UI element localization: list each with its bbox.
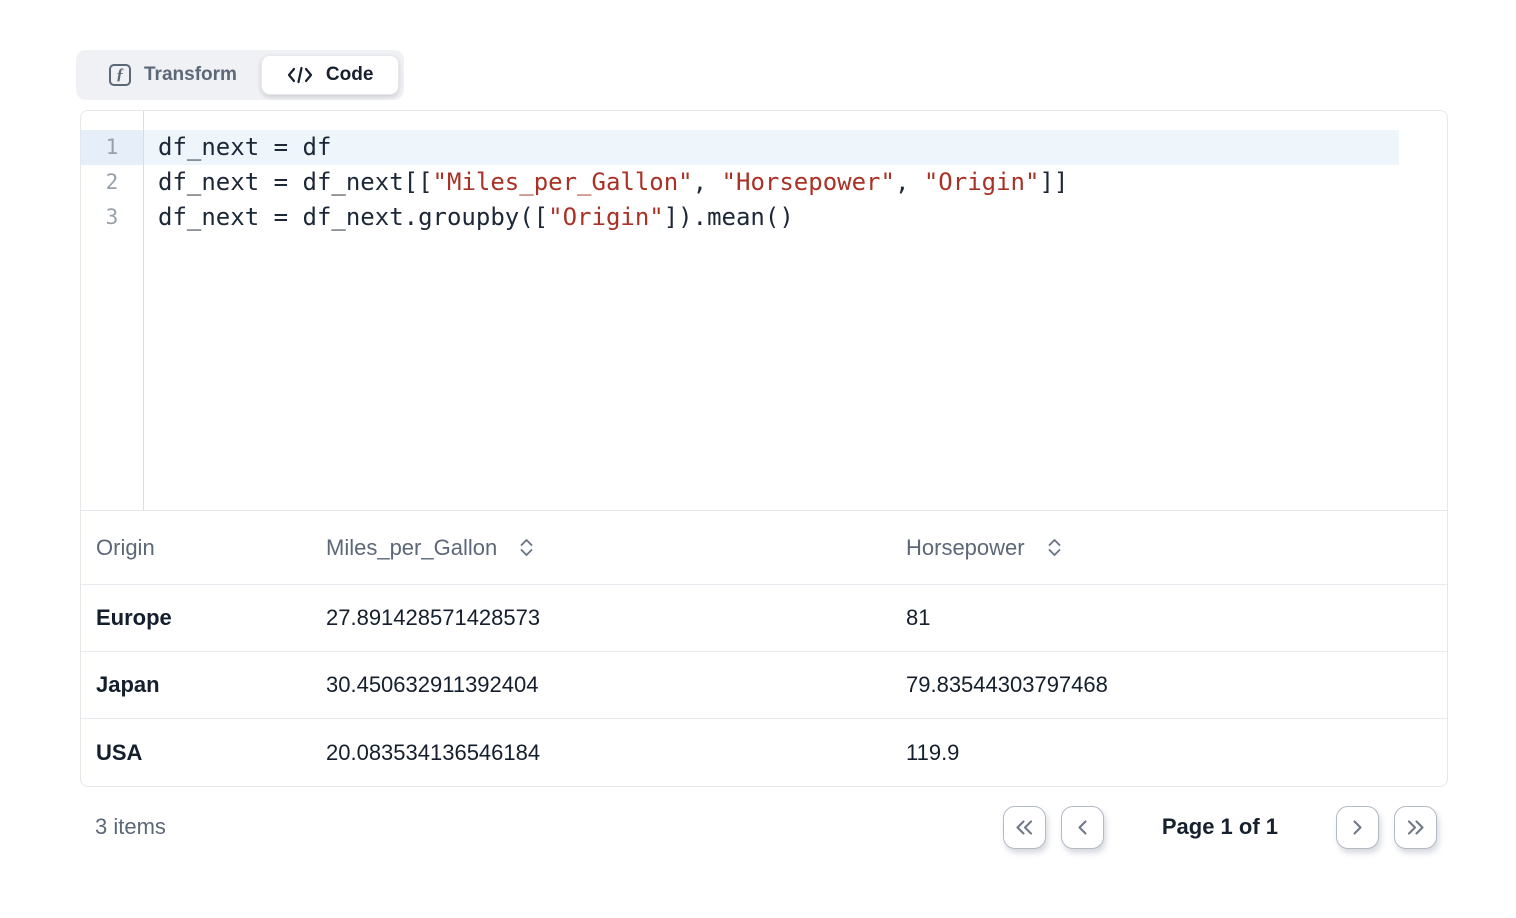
- table-row: Europe 27.891428571428573 81: [81, 585, 1447, 652]
- double-chevron-right-icon: [1405, 819, 1426, 836]
- pagination-controls: Page 1 of 1: [1003, 806, 1437, 849]
- table-header-row: Origin Miles_per_Gallon Horsepower: [81, 511, 1447, 585]
- first-page-button[interactable]: [1003, 806, 1046, 849]
- chevron-right-icon: [1347, 819, 1368, 836]
- column-header-miles-per-gallon[interactable]: Miles_per_Gallon: [326, 535, 906, 561]
- code-editor[interactable]: 1 2 3 df_next = df df_next = df_next[["M…: [81, 111, 1447, 511]
- line-number: 1: [81, 130, 143, 165]
- table-row: Japan 30.450632911392404 79.835443037974…: [81, 652, 1447, 719]
- tab-code-label: Code: [326, 64, 374, 86]
- previous-page-button[interactable]: [1061, 806, 1104, 849]
- cell-miles-per-gallon: 30.450632911392404: [326, 672, 906, 698]
- table-footer: 3 items Page 1 of 1: [80, 797, 1448, 857]
- code-pane[interactable]: df_next = df df_next = df_next[["Miles_p…: [144, 111, 1447, 510]
- double-chevron-left-icon: [1014, 819, 1035, 836]
- cell-horsepower: 119.9: [906, 740, 1447, 766]
- cell-miles-per-gallon: 20.083534136546184: [326, 740, 906, 766]
- code-and-result-panel: 1 2 3 df_next = df df_next = df_next[["M…: [80, 110, 1448, 787]
- tab-code[interactable]: Code: [261, 55, 400, 95]
- code-slash-icon: [287, 65, 313, 85]
- cell-horsepower: 81: [906, 605, 1447, 631]
- tab-transform[interactable]: ƒ Transform: [81, 55, 261, 95]
- code-line-1[interactable]: df_next = df: [144, 130, 1399, 165]
- line-number-gutter: 1 2 3: [81, 111, 144, 510]
- sort-updown-icon[interactable]: [1046, 538, 1063, 557]
- cell-origin: USA: [96, 740, 326, 766]
- next-page-button[interactable]: [1336, 806, 1379, 849]
- code-line-2[interactable]: df_next = df_next[["Miles_per_Gallon", "…: [144, 165, 1399, 200]
- sort-updown-icon[interactable]: [518, 538, 535, 557]
- code-line-3[interactable]: df_next = df_next.groupby(["Origin"]).me…: [144, 200, 1399, 235]
- page-indicator: Page 1 of 1: [1162, 814, 1278, 840]
- view-switcher: ƒ Transform Code: [76, 50, 404, 100]
- table-row: USA 20.083534136546184 119.9: [81, 719, 1447, 786]
- items-count: 3 items: [95, 814, 166, 840]
- function-icon: ƒ: [109, 64, 131, 86]
- column-header-horsepower[interactable]: Horsepower: [906, 535, 1447, 561]
- cell-horsepower: 79.83544303797468: [906, 672, 1447, 698]
- column-header-origin: Origin: [96, 535, 326, 561]
- result-table: Origin Miles_per_Gallon Horsepower: [81, 511, 1447, 786]
- cell-miles-per-gallon: 27.891428571428573: [326, 605, 906, 631]
- line-number: 3: [81, 200, 143, 235]
- cell-origin: Europe: [96, 605, 326, 631]
- cell-origin: Japan: [96, 672, 326, 698]
- chevron-left-icon: [1072, 819, 1093, 836]
- tab-transform-label: Transform: [144, 64, 237, 86]
- last-page-button[interactable]: [1394, 806, 1437, 849]
- line-number: 2: [81, 165, 143, 200]
